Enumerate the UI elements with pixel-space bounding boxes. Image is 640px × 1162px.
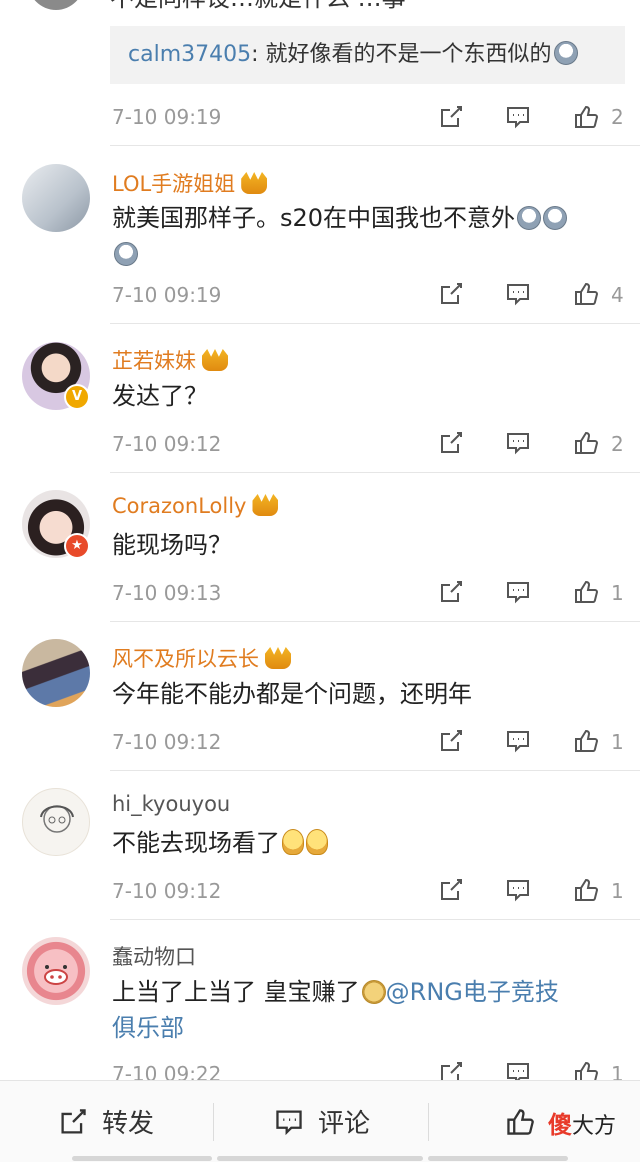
avatar[interactable] xyxy=(22,639,90,707)
avatar[interactable] xyxy=(22,164,90,232)
like-count: 4 xyxy=(611,283,624,307)
emoji-icon xyxy=(282,829,304,855)
comment-text: 就美国那样子。s20在中国我也不意外 xyxy=(112,200,612,272)
repost-icon[interactable] xyxy=(438,104,464,130)
bottom-action-bar: 转发 评论 xyxy=(0,1080,640,1162)
watermark-part1: 傻 xyxy=(548,1111,572,1139)
emoji-icon xyxy=(114,242,138,266)
emoji-icon xyxy=(553,41,578,65)
vip-crown-icon xyxy=(241,172,268,194)
like-count: 1 xyxy=(611,581,624,605)
home-indicator xyxy=(217,1156,423,1161)
comment-label: 评论 xyxy=(318,1109,371,1139)
like-count: 1 xyxy=(611,730,624,754)
username[interactable]: LOL手游姐姐 xyxy=(112,168,268,198)
repost-icon[interactable] xyxy=(438,728,464,754)
repost-icon[interactable] xyxy=(438,430,464,456)
comment-time: 7-10 09:12 xyxy=(112,879,222,903)
divider xyxy=(110,472,640,473)
divider xyxy=(110,145,640,146)
comment-icon[interactable] xyxy=(505,579,531,605)
comment-time: 7-10 09:12 xyxy=(112,432,222,456)
badge-icon: ★ xyxy=(64,533,90,559)
avatar[interactable] xyxy=(22,937,90,1005)
like-button[interactable] xyxy=(505,1081,549,1162)
comment-text: 今年能不能办都是个问题，还明年 xyxy=(112,680,472,708)
comment-time: 7-10 09:12 xyxy=(112,730,222,754)
comment-icon[interactable] xyxy=(505,281,531,307)
username-text[interactable]: CorazonLolly xyxy=(112,494,246,518)
divider xyxy=(110,919,640,920)
vip-crown-icon xyxy=(202,349,228,371)
comment-icon[interactable] xyxy=(505,104,531,130)
watermark: 傻大方 xyxy=(548,1105,616,1140)
like-icon[interactable] xyxy=(573,728,599,754)
comment-text: 上当了上当了 皇宝赚了 @RNG电子竞技俱乐部 xyxy=(112,974,612,1046)
comment-text: 能现场吗？ xyxy=(112,531,232,559)
repost-icon[interactable] xyxy=(438,877,464,903)
vip-crown-icon xyxy=(265,647,291,669)
avatar[interactable] xyxy=(22,788,90,856)
verified-badge: V xyxy=(64,384,90,410)
repost-icon[interactable] xyxy=(438,281,464,307)
comment-button[interactable]: 评论 xyxy=(274,1081,370,1162)
bar-separator xyxy=(428,1103,429,1141)
comment-text-line: 就美国那样子。s20在中国我也不意外 xyxy=(112,204,516,232)
like-count: 2 xyxy=(611,432,624,456)
repost-button[interactable]: 转发 xyxy=(58,1081,154,1162)
like-icon[interactable] xyxy=(573,281,599,307)
divider xyxy=(110,770,640,771)
emoji-icon xyxy=(517,206,542,230)
comment-text-line: 不能去现场看了 xyxy=(112,829,280,857)
comment-icon xyxy=(276,1109,302,1135)
username[interactable]: 蠢动物口 xyxy=(112,941,196,971)
username-text[interactable]: 芷若妹妹 xyxy=(112,349,196,373)
repost-label: 转发 xyxy=(102,1109,155,1139)
like-icon xyxy=(507,1108,534,1135)
username[interactable]: hi_kyouyou xyxy=(112,792,230,816)
username-text[interactable]: LOL手游姐姐 xyxy=(112,172,235,196)
bar-separator xyxy=(213,1103,214,1141)
comment-icon[interactable] xyxy=(505,430,531,456)
username-text[interactable]: 风不及所以云长 xyxy=(112,647,259,671)
like-count: 2 xyxy=(611,105,624,129)
emoji-icon xyxy=(306,829,328,855)
username[interactable]: 芷若妹妹 xyxy=(112,345,228,375)
comment-time: 7-10 09:19 xyxy=(112,283,222,307)
like-icon[interactable] xyxy=(573,877,599,903)
comment-text-line: 上当了上当了 皇宝赚了 xyxy=(112,978,360,1006)
like-icon[interactable] xyxy=(573,104,599,130)
divider xyxy=(110,323,640,324)
watermark-part2: 大方 xyxy=(572,1114,617,1139)
emoji-icon xyxy=(543,206,568,230)
comment-text: 发达了？ xyxy=(112,382,208,410)
divider xyxy=(110,621,640,622)
clipped-comment-text: 不是同样设…就是什么 …事 xyxy=(110,0,406,13)
repost-icon xyxy=(61,1108,86,1134)
emoji-icon xyxy=(361,980,386,1004)
comment-icon[interactable] xyxy=(505,877,531,903)
quoted-reply-user[interactable]: calm37405 xyxy=(128,42,251,67)
comment-icon[interactable] xyxy=(505,728,531,754)
mention-link[interactable]: @RNG电子竞技 xyxy=(386,978,559,1006)
username[interactable]: 风不及所以云长 xyxy=(112,643,291,673)
home-indicator xyxy=(72,1156,212,1161)
username[interactable]: CorazonLolly xyxy=(112,494,279,518)
repost-icon[interactable] xyxy=(438,579,464,605)
vip-crown-icon xyxy=(252,494,279,516)
comment-time: 7-10 09:19 xyxy=(112,105,222,129)
comment-text: 不能去现场看了 xyxy=(112,825,612,861)
comment-time: 7-10 09:13 xyxy=(112,581,222,605)
quoted-reply-text: : 就好像看的不是一个东西似的 xyxy=(251,42,552,67)
like-icon[interactable] xyxy=(573,579,599,605)
mention-link-continued[interactable]: 俱乐部 xyxy=(112,1014,184,1042)
like-icon[interactable] xyxy=(573,430,599,456)
avatar-clipped[interactable] xyxy=(28,0,84,10)
home-indicator xyxy=(428,1156,568,1161)
like-count: 1 xyxy=(611,879,624,903)
quoted-reply[interactable]: calm37405: 就好像看的不是一个东西似的 xyxy=(110,26,625,84)
